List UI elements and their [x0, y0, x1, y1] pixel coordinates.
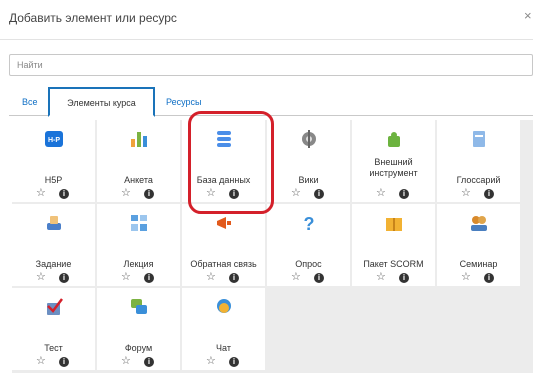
info-icon[interactable]: i: [59, 357, 69, 367]
activity-label: Семинар: [459, 259, 498, 269]
activity-tile-survey[interactable]: Анкета ☆ i: [97, 120, 180, 202]
activity-label: Задание: [35, 259, 72, 269]
info-icon[interactable]: i: [399, 273, 409, 283]
activity-tile-wiki[interactable]: Вики ☆ i: [267, 120, 350, 202]
activity-label: Глоссарий: [456, 175, 501, 185]
star-icon[interactable]: ☆: [36, 188, 46, 199]
activity-label: Обратная связь: [190, 259, 257, 269]
activity-tile-workshop[interactable]: Семинар ☆ i: [437, 204, 520, 286]
tab-all[interactable]: Все: [22, 87, 38, 116]
package-icon: [386, 218, 402, 231]
activity-label: Чат: [216, 343, 231, 353]
survey-chart-icon: [131, 132, 147, 147]
info-icon[interactable]: i: [484, 189, 494, 199]
star-icon[interactable]: ☆: [36, 272, 46, 283]
activity-tile-feedback[interactable]: Обратная связь ☆ i: [182, 204, 265, 286]
puzzle-icon: [388, 132, 400, 147]
activity-tile-assignment[interactable]: Задание ☆ i: [12, 204, 95, 286]
activity-label: Анкета: [124, 175, 153, 185]
info-icon[interactable]: i: [229, 273, 239, 283]
question-icon: ?: [304, 214, 315, 232]
star-icon[interactable]: ☆: [291, 272, 301, 283]
activity-label: Внешний инструмент: [369, 157, 418, 178]
star-icon[interactable]: ☆: [291, 188, 301, 199]
info-icon[interactable]: i: [59, 189, 69, 199]
assignment-icon: [47, 216, 61, 230]
wiki-icon: [302, 130, 316, 148]
info-icon[interactable]: i: [229, 357, 239, 367]
workshop-icon: [471, 216, 487, 231]
star-icon[interactable]: ☆: [376, 272, 386, 283]
info-icon[interactable]: i: [484, 273, 494, 283]
info-icon[interactable]: i: [59, 273, 69, 283]
dialog-header: Добавить элемент или ресурс ×: [0, 0, 533, 40]
activity-tile-external-tool[interactable]: Внешний инструмент ☆ i: [352, 120, 435, 202]
star-icon[interactable]: ☆: [206, 272, 216, 283]
star-icon[interactable]: ☆: [121, 356, 131, 367]
glossary-icon: [473, 131, 485, 147]
info-icon[interactable]: i: [314, 189, 324, 199]
activity-tile-glossary[interactable]: Глоссарий ☆ i: [437, 120, 520, 202]
activity-label: H5P: [44, 175, 63, 185]
activity-label: Форум: [124, 343, 153, 353]
info-icon[interactable]: i: [144, 189, 154, 199]
activity-label: Опрос: [295, 259, 322, 269]
highlight-box: [188, 111, 274, 214]
close-icon[interactable]: ×: [524, 8, 532, 23]
chat-icon: [217, 299, 231, 313]
info-icon[interactable]: i: [399, 189, 409, 199]
activity-tile-lesson[interactable]: Лекция ☆ i: [97, 204, 180, 286]
activity-label: Лекция: [123, 259, 154, 269]
activity-tile-forum[interactable]: Форум ☆ i: [97, 288, 180, 370]
lesson-icon: [131, 215, 147, 231]
dialog-title: Добавить элемент или ресурс: [9, 11, 177, 25]
activity-tile-chat[interactable]: Чат ☆ i: [182, 288, 265, 370]
activity-tile-h5p[interactable]: H-P H5P ☆ i: [12, 120, 95, 202]
activity-tile-quiz[interactable]: Тест ☆ i: [12, 288, 95, 370]
tab-activities[interactable]: Элементы курса: [48, 87, 155, 117]
star-icon[interactable]: ☆: [461, 272, 471, 283]
activity-label: Тест: [44, 343, 63, 353]
star-icon[interactable]: ☆: [121, 272, 131, 283]
forum-icon: [131, 299, 147, 314]
megaphone-icon: [217, 217, 231, 229]
info-icon[interactable]: i: [314, 273, 324, 283]
tab-bar: Все Элементы курса Ресурсы: [9, 87, 533, 117]
info-icon[interactable]: i: [144, 357, 154, 367]
search-input[interactable]: Найти: [9, 54, 533, 76]
info-icon[interactable]: i: [144, 273, 154, 283]
h5p-icon: H-P: [45, 131, 63, 147]
svg-text:?: ?: [304, 214, 315, 232]
activity-tile-choice[interactable]: ? Опрос ☆ i: [267, 204, 350, 286]
star-icon[interactable]: ☆: [36, 356, 46, 367]
activity-label: Вики: [298, 175, 319, 185]
quiz-check-icon: [47, 298, 63, 315]
star-icon[interactable]: ☆: [376, 188, 386, 199]
activity-label: Пакет SCORM: [363, 259, 424, 269]
svg-text:H-P: H-P: [48, 137, 60, 144]
star-icon[interactable]: ☆: [206, 356, 216, 367]
star-icon[interactable]: ☆: [121, 188, 131, 199]
activity-tile-scorm[interactable]: Пакет SCORM ☆ i: [352, 204, 435, 286]
star-icon[interactable]: ☆: [461, 188, 471, 199]
